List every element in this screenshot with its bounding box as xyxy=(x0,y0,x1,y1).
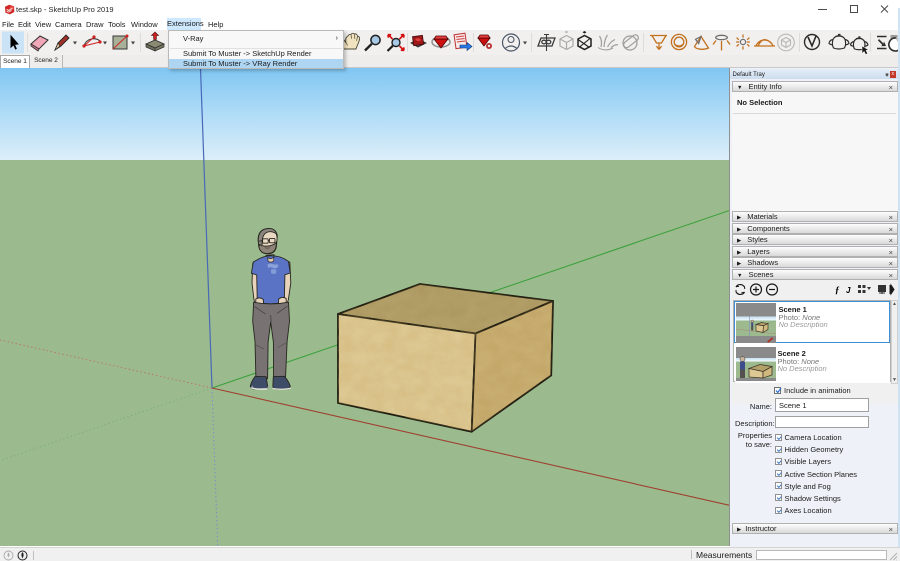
svg-text:J: J xyxy=(846,286,851,295)
svg-text:ƒ: ƒ xyxy=(835,285,840,295)
